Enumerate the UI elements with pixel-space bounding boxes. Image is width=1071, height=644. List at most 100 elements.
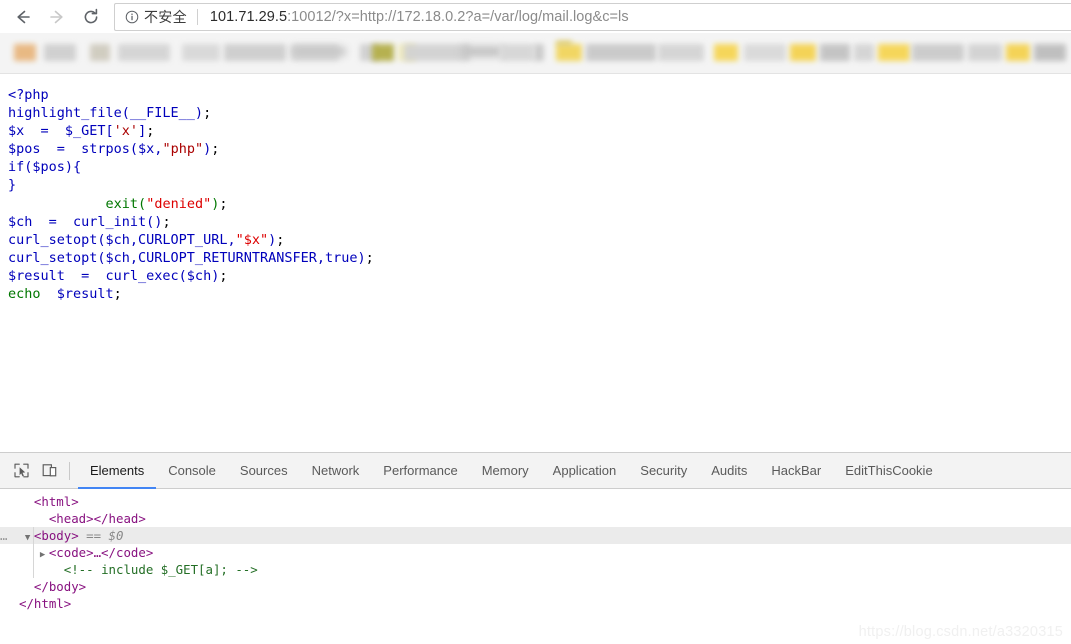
back-arrow-icon <box>17 10 30 23</box>
code-line: $result = curl_exec($ch); <box>8 267 1071 285</box>
code-line: $ch = curl_init(); <box>8 213 1071 231</box>
code-token: ) <box>203 141 212 158</box>
tab-network[interactable]: Network <box>300 454 372 489</box>
tab-audits[interactable]: Audits <box>699 454 759 489</box>
page-viewport: <?php highlight_file(__FILE__); $x = $_GET… <box>0 74 1071 452</box>
code-token: "denied" <box>146 195 212 212</box>
bookmark-item[interactable] <box>1006 44 1030 61</box>
dom-node-row[interactable]: ▶ <code>…</code> <box>0 544 1071 561</box>
bookmark-item[interactable] <box>182 44 220 61</box>
inspect-element-icon <box>13 463 29 478</box>
bookmark-item[interactable] <box>820 44 850 61</box>
code-line: <?php <box>8 86 1071 104</box>
bookmark-item[interactable] <box>90 44 110 61</box>
code-token: "php" <box>162 141 204 158</box>
dom-node-row[interactable]: <html> <box>0 493 1071 510</box>
code-token: } <box>8 177 17 194</box>
dom-tree[interactable]: <html> <head></head>… ▼ <body> == $0 ▶ <co… <box>0 489 1071 612</box>
code-token: ; <box>219 195 228 212</box>
collapsed-ancestors-ellipsis: … <box>0 528 8 543</box>
bookmark-item[interactable] <box>462 46 502 57</box>
bookmark-item[interactable] <box>714 44 738 61</box>
bookmark-item[interactable] <box>878 44 910 61</box>
code-token: exit( <box>105 195 147 212</box>
dom-tag-name: <body> <box>33 528 79 543</box>
info-circle-icon <box>125 10 139 23</box>
device-toolbar-icon <box>42 464 56 477</box>
bookmark-item[interactable] <box>534 44 544 61</box>
code-token: ; <box>162 213 171 230</box>
bookmark-item[interactable] <box>744 44 786 61</box>
bookmark-item[interactable] <box>1034 44 1066 61</box>
tab-performance[interactable]: Performance <box>371 454 469 489</box>
code-line: curl_setopt($ch,CURLOPT_RETURNTRANSFER,t… <box>8 249 1071 267</box>
bookmark-item[interactable] <box>658 44 704 61</box>
tree-guide-line <box>33 527 34 578</box>
bookmark-item[interactable] <box>912 44 964 61</box>
code-token: echo <box>8 286 41 303</box>
selected-node-marker: == $0 <box>78 528 124 543</box>
url-text[interactable]: 101.71.29.5:10012/?x=http://172.18.0.2?a… <box>198 9 629 25</box>
bookmark-item[interactable] <box>500 44 534 61</box>
tab-security[interactable]: Security <box>628 454 699 489</box>
tab-sources[interactable]: Sources <box>228 454 300 489</box>
code-token: ] <box>138 123 147 140</box>
tab-console[interactable]: Console <box>156 454 228 489</box>
code-token: highlight_file(__FILE__) <box>8 105 204 122</box>
url-path: :10012/?x=http://172.18.0.2?a=/var/log/m… <box>287 8 629 25</box>
code-line: exit("denied"); <box>8 195 1071 213</box>
bookmark-item[interactable] <box>556 41 572 45</box>
tab-elements[interactable]: Elements <box>78 454 157 489</box>
dom-node-row[interactable]: <!-- include $_GET[a]; --> <box>0 561 1071 578</box>
tab-editthiscookie[interactable]: EditThisCookie <box>833 454 944 489</box>
back-button[interactable] <box>8 2 38 32</box>
dom-tag-name: </body> <box>33 579 87 594</box>
security-indicator[interactable]: 不安全 <box>115 4 197 30</box>
tab-hackbar[interactable]: HackBar <box>759 454 833 489</box>
bookmark-item[interactable] <box>292 47 346 56</box>
bookmark-item[interactable] <box>556 44 582 61</box>
bookmark-item[interactable] <box>968 44 1002 61</box>
dom-node-row[interactable]: </body> <box>0 578 1071 595</box>
bookmark-item[interactable] <box>44 44 76 61</box>
address-bar[interactable]: 不安全 101.71.29.5:10012/?x=http://172.18.0… <box>114 2 1071 31</box>
reload-button[interactable] <box>76 2 106 32</box>
bookmark-item[interactable] <box>14 44 36 61</box>
dom-tag-name: <head></head> <box>48 511 146 526</box>
dom-node-row[interactable]: <head></head> <box>0 510 1071 527</box>
code-line: if($pos){ <box>8 158 1071 176</box>
code-token: $result <box>40 286 114 303</box>
tab-memory[interactable]: Memory <box>470 454 541 489</box>
dom-node-row[interactable]: … ▼ <body> == $0 <box>0 527 1071 544</box>
code-token: 'x' <box>113 123 139 140</box>
bookmark-item[interactable] <box>586 44 656 61</box>
watermark: https://blog.csdn.net/a3320315 <box>858 624 1063 640</box>
tab-application[interactable]: Application <box>541 454 629 489</box>
code-token: ; <box>365 249 374 266</box>
forward-arrow-icon <box>50 10 63 23</box>
code-token: ) <box>268 231 277 248</box>
dom-tag-name: <html> <box>33 494 79 509</box>
bookmarks-bar[interactable] <box>0 33 1071 74</box>
code-token: $x = $_GET[ <box>8 123 114 140</box>
code-token: ; <box>203 105 212 122</box>
code-token: curl_setopt($ch,CURLOPT_URL, <box>8 231 236 248</box>
inspect-element-button[interactable] <box>7 458 35 484</box>
bookmark-item[interactable] <box>790 44 816 61</box>
code-token: $result = curl_exec($ch) <box>8 267 220 284</box>
reload-icon <box>84 8 98 23</box>
bookmark-item[interactable] <box>404 44 470 61</box>
code-token: curl_setopt($ch,CURLOPT_RETURNTRANSFER,t… <box>8 249 366 266</box>
device-toolbar-button[interactable] <box>35 458 63 484</box>
bookmark-item[interactable] <box>854 44 874 61</box>
dom-node-row[interactable]: </html> <box>0 595 1071 612</box>
bookmark-item[interactable] <box>372 44 394 61</box>
bookmark-item[interactable] <box>224 44 286 61</box>
code-token: ; <box>146 123 155 140</box>
toolbar-divider <box>69 461 70 480</box>
bookmark-item[interactable] <box>118 44 170 61</box>
devtools-panel: Elements Console Sources Network Performance… <box>0 452 1071 644</box>
